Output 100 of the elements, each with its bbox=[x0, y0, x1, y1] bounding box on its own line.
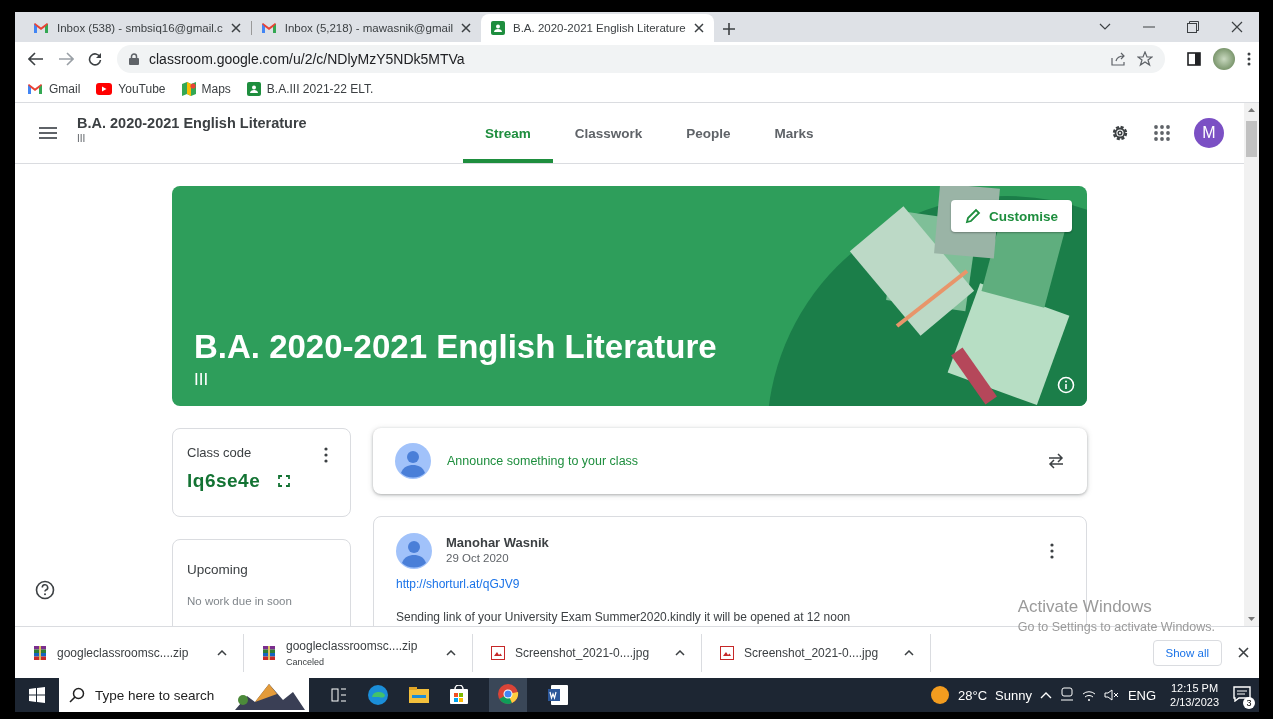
lock-icon bbox=[129, 53, 139, 65]
show-all-button[interactable]: Show all bbox=[1152, 639, 1222, 666]
bookmark[interactable]: B.A.III 2021-22 ELT. bbox=[246, 82, 374, 96]
activation-title: Activate Windows bbox=[1017, 597, 1153, 617]
caret-up-icon[interactable] bbox=[675, 649, 685, 656]
temperature: 28°C bbox=[957, 687, 987, 703]
scroll-up-icon[interactable] bbox=[1248, 107, 1255, 112]
close-icon[interactable] bbox=[1231, 21, 1243, 33]
browser-tab[interactable]: B.A. 2020-2021 English Literature bbox=[481, 14, 714, 42]
weather-sun-icon bbox=[929, 685, 950, 705]
bookmark[interactable]: YouTube bbox=[96, 82, 166, 96]
post-text: Sending link of your University Exam Summer2020.kindly it will be opened at 12 noon bbox=[396, 610, 851, 624]
post-author: Manohar Wasnik bbox=[446, 535, 549, 550]
download-item[interactable]: googleclassroomsc....zip Canceled bbox=[244, 633, 473, 672]
user-avatar-icon bbox=[395, 443, 431, 479]
scrollbar-thumb[interactable] bbox=[1246, 121, 1257, 157]
clock[interactable]: 12:15 PM 2/13/2023 bbox=[1170, 681, 1219, 709]
settings-icon[interactable] bbox=[1110, 123, 1130, 143]
class-tab[interactable]: Stream bbox=[463, 103, 553, 163]
pencil-icon bbox=[964, 208, 981, 224]
info-icon[interactable] bbox=[1057, 376, 1075, 394]
download-status: Canceled bbox=[286, 656, 326, 667]
maps-icon bbox=[181, 82, 196, 96]
file-explorer-icon[interactable] bbox=[409, 687, 429, 703]
tab-search-icon[interactable] bbox=[1099, 23, 1111, 31]
close-tab-icon[interactable] bbox=[693, 23, 704, 33]
edge-icon[interactable] bbox=[367, 684, 389, 706]
scroll-down-icon[interactable] bbox=[1248, 617, 1255, 622]
bookmark-star-icon[interactable] bbox=[1137, 51, 1153, 67]
repost-icon[interactable] bbox=[1047, 453, 1065, 469]
notifications-icon[interactable] bbox=[1233, 685, 1251, 702]
meet-now-icon[interactable] bbox=[1059, 687, 1074, 703]
upcoming-message: No work due in soon bbox=[187, 595, 293, 607]
language-indicator[interactable]: ENG bbox=[1127, 687, 1157, 703]
download-item[interactable]: Screenshot_2021-0....jpg bbox=[702, 633, 931, 672]
chrome-icon[interactable] bbox=[497, 682, 519, 705]
post-link[interactable]: http://shorturl.at/qGJV9 bbox=[396, 577, 520, 591]
image-file-icon bbox=[720, 645, 734, 660]
caret-up-icon[interactable] bbox=[446, 649, 456, 656]
gmail-icon bbox=[260, 22, 277, 34]
more-icon[interactable] bbox=[1050, 543, 1054, 559]
bookmark[interactable]: Gmail bbox=[27, 82, 81, 96]
wifi-icon[interactable] bbox=[1081, 689, 1096, 701]
user-avatar-icon bbox=[396, 533, 432, 569]
side-panel-icon[interactable] bbox=[1187, 52, 1201, 66]
class-code-label: Class code bbox=[187, 445, 252, 460]
share-icon[interactable] bbox=[1111, 52, 1127, 66]
youtube-icon bbox=[96, 83, 113, 95]
gmail-icon bbox=[27, 83, 43, 95]
caret-up-icon[interactable] bbox=[904, 649, 914, 656]
task-view-icon[interactable] bbox=[331, 688, 347, 702]
class-code[interactable]: lq6se4e bbox=[187, 470, 261, 492]
forward-icon[interactable] bbox=[58, 52, 74, 66]
download-item[interactable]: Screenshot_2021-0....jpg bbox=[473, 633, 702, 672]
search-icon bbox=[69, 687, 85, 703]
caret-up-icon[interactable] bbox=[217, 649, 227, 656]
archive-icon bbox=[262, 644, 276, 661]
close-tab-icon[interactable] bbox=[230, 23, 241, 33]
banner-title: B.A. 2020-2021 English Literature bbox=[194, 328, 718, 366]
close-tab-icon[interactable] bbox=[461, 23, 471, 33]
apps-icon[interactable] bbox=[1154, 125, 1170, 141]
more-icon[interactable] bbox=[324, 447, 328, 463]
menu-icon[interactable] bbox=[39, 127, 57, 139]
restore-icon[interactable] bbox=[1187, 21, 1199, 33]
profile-avatar[interactable] bbox=[1213, 48, 1235, 70]
close-icon[interactable] bbox=[1238, 647, 1249, 658]
menu-icon[interactable] bbox=[1247, 52, 1251, 66]
class-title[interactable]: B.A. 2020-2021 English Literature bbox=[77, 114, 307, 131]
announce-prompt[interactable]: Announce something to your class bbox=[447, 454, 1031, 468]
notification-badge: 3 bbox=[1243, 696, 1255, 709]
download-item[interactable]: googleclassroomsc....zip bbox=[15, 633, 244, 672]
class-tab[interactable]: People bbox=[664, 103, 753, 163]
browser-tab[interactable]: Inbox (5,218) - mawasnik@gmail bbox=[250, 14, 481, 42]
image-file-icon bbox=[491, 645, 505, 660]
help-icon[interactable] bbox=[35, 580, 55, 600]
address-bar[interactable]: classroom.google.com/u/2/c/NDlyMzY5NDk5MTVa bbox=[117, 45, 1165, 73]
word-icon[interactable] bbox=[547, 684, 569, 706]
class-tab[interactable]: Marks bbox=[752, 103, 836, 163]
archive-icon bbox=[33, 644, 47, 661]
url-text[interactable]: classroom.google.com/u/2/c/NDlyMzY5NDk5MTVa bbox=[149, 51, 1101, 67]
new-tab-icon[interactable] bbox=[721, 22, 736, 36]
weather-condition: Sunny bbox=[995, 687, 1032, 703]
post-date: 29 Oct 2020 bbox=[446, 552, 510, 564]
class-tab[interactable]: Classwork bbox=[552, 103, 665, 163]
browser-tab[interactable]: Inbox (538) - smbsiq16@gmail.c bbox=[23, 14, 251, 42]
class-section: III bbox=[77, 132, 307, 144]
upcoming-title: Upcoming bbox=[187, 562, 249, 577]
classroom-icon bbox=[491, 21, 505, 35]
reload-icon[interactable] bbox=[88, 52, 102, 66]
customise-button[interactable]: Customise bbox=[950, 200, 1072, 232]
store-icon[interactable] bbox=[449, 685, 469, 705]
speaker-icon[interactable] bbox=[1103, 689, 1120, 701]
activation-message: Go to Settings to activate Windows. bbox=[1017, 620, 1215, 634]
chevron-up-icon[interactable] bbox=[1039, 691, 1052, 699]
fullscreen-icon[interactable] bbox=[278, 475, 291, 487]
bookmark[interactable]: Maps bbox=[181, 82, 231, 96]
back-icon[interactable] bbox=[28, 52, 44, 66]
banner-section: III bbox=[194, 370, 209, 390]
classroom-icon bbox=[246, 82, 261, 96]
account-avatar[interactable]: M bbox=[1194, 118, 1224, 148]
